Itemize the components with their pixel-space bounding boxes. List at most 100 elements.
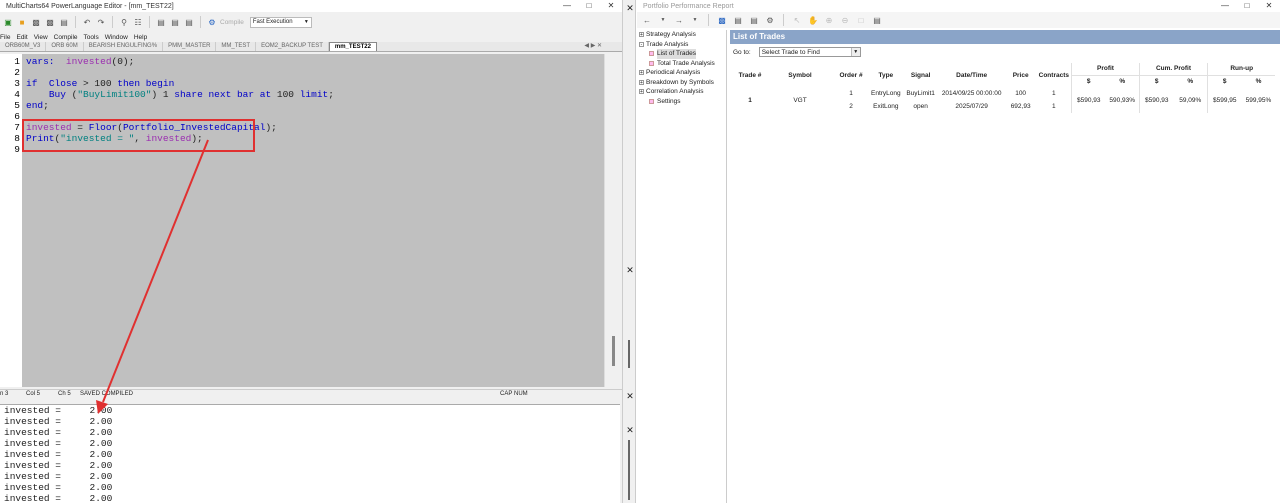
code-line[interactable]: 6: [0, 111, 604, 122]
menu-help[interactable]: Help: [134, 34, 147, 41]
scrollbar-thumb[interactable]: [612, 336, 615, 366]
tree-item[interactable]: + Strategy Analysis: [637, 30, 726, 40]
tab-pmm-master[interactable]: PMM_MASTER: [163, 42, 217, 51]
cursor-icon[interactable]: ↖: [791, 14, 803, 26]
menu-file[interactable]: File: [0, 34, 10, 41]
close-icon[interactable]: ✕: [625, 265, 635, 275]
split-horizontal-icon[interactable]: ▤: [155, 16, 167, 28]
layout-icon[interactable]: ▤: [183, 16, 195, 28]
save-icon[interactable]: ▩: [716, 14, 728, 26]
code-editor[interactable]: 1 vars: invested(0); 2 3 if Close > 100 then…: [0, 54, 604, 387]
minimize-icon[interactable]: —: [1214, 0, 1236, 12]
tree-item[interactable]: + Periodical Analysis: [637, 68, 726, 78]
editor-vertical-scrollbar[interactable]: [604, 54, 622, 387]
forward-arrow-icon[interactable]: →: [673, 14, 685, 26]
col-runup-usd: $: [1206, 75, 1242, 87]
tree-item-label: Breakdown by Symbols: [646, 78, 714, 86]
output-line: invested = 2.00: [4, 416, 113, 427]
code-token: invested: [145, 133, 192, 144]
tree-item[interactable]: - Trade Analysis: [637, 40, 726, 50]
close-icon[interactable]: ✕: [1258, 0, 1280, 12]
report-content: List of Trades Go to: Select Trade to Fi…: [730, 30, 1280, 503]
compile-button[interactable]: Compile: [220, 19, 244, 26]
close-icon[interactable]: ✕: [625, 3, 635, 13]
tab-label: ORB60M_V3: [5, 43, 41, 49]
settings-gear-icon[interactable]: ⚙: [764, 14, 776, 26]
report-title: Portfolio Performance Report: [643, 2, 734, 10]
menu-edit[interactable]: Edit: [16, 34, 27, 41]
export-icon[interactable]: ▤: [732, 14, 744, 26]
code-token: begin: [145, 78, 175, 89]
line-number: 3: [0, 78, 22, 89]
print-icon[interactable]: ▤: [748, 14, 760, 26]
tab-orb60m-v3[interactable]: ORB60M_V3: [0, 42, 47, 51]
menu-tools[interactable]: Tools: [84, 34, 99, 41]
redo-icon[interactable]: ↷: [95, 16, 107, 28]
fit-icon[interactable]: □: [855, 14, 867, 26]
report-titlebar: Portfolio Performance Report: [637, 0, 1280, 12]
menu-view[interactable]: View: [34, 34, 48, 41]
tab-label: EOM2_BACKUP TEST: [261, 43, 323, 49]
tab-mm-test22[interactable]: mm_TEST22: [328, 42, 377, 51]
code-line[interactable]: 9: [0, 144, 604, 155]
order-signal: open: [913, 103, 928, 110]
code-line[interactable]: 2: [0, 67, 604, 78]
save-all-icon[interactable]: ▩: [44, 16, 56, 28]
code-token: );: [191, 133, 203, 144]
tree-item[interactable]: Settings: [637, 97, 726, 107]
col-type: Type: [878, 71, 894, 79]
undo-icon[interactable]: ↶: [81, 16, 93, 28]
tab-orb-60m[interactable]: ORB 60M: [46, 42, 84, 51]
tree-item[interactable]: + Correlation Analysis: [637, 87, 726, 97]
output-line: invested = 2.00: [4, 471, 113, 482]
close-icon[interactable]: ✕: [600, 0, 622, 12]
minimize-icon[interactable]: —: [556, 0, 578, 12]
new-file-icon[interactable]: ▣: [2, 16, 14, 28]
tab-bearish-engulfing[interactable]: BEARISH ENGULFING%: [84, 42, 164, 51]
code-line[interactable]: 1 vars: invested(0);: [0, 56, 604, 67]
compile-gear-icon[interactable]: ⚙: [206, 16, 218, 28]
splitter-handle[interactable]: [628, 340, 630, 368]
tree-item[interactable]: List of Trades: [637, 49, 726, 59]
close-icon[interactable]: ✕: [625, 391, 635, 401]
code-line[interactable]: 5 end;: [0, 100, 604, 111]
tab-label: BEARISH ENGULFING%: [88, 43, 158, 49]
code-text: vars: invested(0);: [26, 56, 134, 67]
split-vertical-icon[interactable]: ▤: [169, 16, 181, 28]
tree-item-label: List of Trades: [657, 49, 697, 59]
close-icon[interactable]: ✕: [625, 425, 635, 435]
trade-find-select[interactable]: Select Trade to Find ▼: [758, 47, 861, 57]
chart-icon[interactable]: ▤: [871, 14, 883, 26]
tree-item[interactable]: + Breakdown by Symbols: [637, 78, 726, 88]
code-line[interactable]: 4 Buy ("BuyLimit100") 1 share next bar a…: [0, 89, 604, 100]
code-line[interactable]: 8 Print("invested = ", invested);: [0, 133, 604, 144]
menu-window[interactable]: Window: [105, 34, 128, 41]
back-arrow-icon[interactable]: ←: [641, 14, 653, 26]
print-icon[interactable]: ▤: [58, 16, 70, 28]
hand-icon[interactable]: ✋: [807, 14, 819, 26]
cum-profit-pct: 59,09%: [1179, 96, 1202, 104]
menu-compile[interactable]: Compile: [54, 34, 78, 41]
tab-scroll-arrows[interactable]: ◀ ▶ ✕: [584, 42, 602, 49]
tree-item[interactable]: Total Trade Analysis: [637, 59, 726, 69]
zoom-out-icon[interactable]: ⊖: [839, 14, 851, 26]
chevron-down-icon[interactable]: ▼: [657, 14, 669, 26]
open-folder-icon[interactable]: ■: [16, 16, 28, 28]
tab-mm-test[interactable]: MM_TEST: [216, 42, 257, 51]
code-token: "invested = ": [60, 133, 135, 144]
splitter-handle[interactable]: [628, 440, 630, 500]
find-icon[interactable]: ⚲: [118, 16, 130, 28]
col-profit: Profit: [1070, 63, 1140, 76]
tab-eom2-backup-test[interactable]: EOM2_BACKUP TEST: [256, 42, 329, 51]
maximize-icon[interactable]: □: [1236, 0, 1258, 12]
find-replace-icon[interactable]: ☷: [132, 16, 144, 28]
status-caps: CAP: [500, 391, 513, 397]
save-icon[interactable]: ▩: [30, 16, 42, 28]
code-line[interactable]: 3 if Close > 100 then begin: [0, 78, 604, 89]
code-line[interactable]: 7 invested = Floor(Portfolio_InvestedCapi…: [0, 122, 604, 133]
zoom-in-icon[interactable]: ⊕: [823, 14, 835, 26]
execution-mode-select[interactable]: Fast Execution ▼: [249, 16, 312, 28]
chevron-down-icon[interactable]: ▼: [689, 14, 701, 26]
maximize-icon[interactable]: □: [578, 0, 600, 12]
